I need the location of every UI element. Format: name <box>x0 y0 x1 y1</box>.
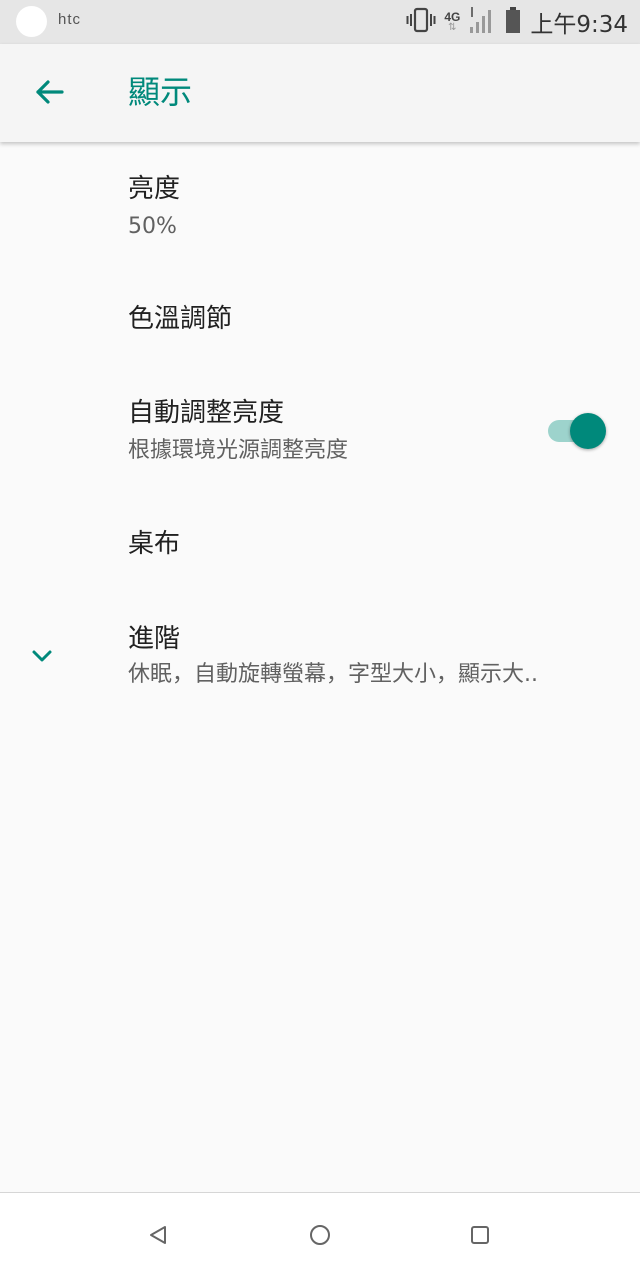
arrow-left-icon <box>34 76 66 112</box>
nav-home-button[interactable] <box>302 1219 338 1255</box>
navigation-bar <box>0 1192 640 1281</box>
setting-brightness[interactable]: 亮度 50% <box>0 160 640 260</box>
signal-icon <box>468 5 496 39</box>
setting-title: 進階 <box>128 624 181 654</box>
brand-label: htc <box>58 11 82 28</box>
app-bar: 顯示 <box>0 44 640 142</box>
page-title: 顯示 <box>128 73 193 111</box>
setting-summary: 休眠，自動旋轉螢幕，字型大小，顯示大.. <box>128 662 538 687</box>
nav-back-button[interactable] <box>140 1219 176 1255</box>
setting-summary: 50% <box>128 214 177 239</box>
back-button[interactable] <box>22 70 78 118</box>
setting-title: 亮度 <box>128 174 181 204</box>
battery-icon <box>504 5 522 39</box>
recents-square-icon <box>468 1223 492 1251</box>
vibrate-icon <box>406 5 436 39</box>
setting-wallpaper[interactable]: 桌布 <box>0 505 640 585</box>
setting-title: 自動調整亮度 <box>128 398 285 428</box>
setting-advanced[interactable]: 進階 休眠，自動旋轉螢幕，字型大小，顯示大.. <box>0 600 640 710</box>
setting-auto-brightness[interactable]: 自動調整亮度 根據環境光源調整亮度 <box>0 380 640 490</box>
home-circle-icon <box>308 1223 332 1251</box>
auto-brightness-toggle[interactable] <box>546 413 608 449</box>
setting-color-temperature[interactable]: 色溫調節 <box>0 280 640 360</box>
nav-recents-button[interactable] <box>462 1219 498 1255</box>
setting-title: 色溫調節 <box>128 304 233 334</box>
status-bar: htc 4G ⇅ 上午9:34 <box>0 0 640 44</box>
status-time: 上午9:34 <box>530 12 628 38</box>
setting-title: 桌布 <box>128 529 181 559</box>
status-icons: 4G ⇅ 上午9:34 <box>406 6 628 38</box>
data-arrows-icon: ⇅ <box>448 22 457 33</box>
network-4g-icon: 4G ⇅ <box>444 10 461 33</box>
back-triangle-icon <box>146 1223 170 1251</box>
notification-circle-icon <box>16 6 47 37</box>
chevron-down-icon <box>28 642 56 670</box>
setting-summary: 根據環境光源調整亮度 <box>128 438 349 463</box>
toggle-thumb <box>570 413 606 449</box>
